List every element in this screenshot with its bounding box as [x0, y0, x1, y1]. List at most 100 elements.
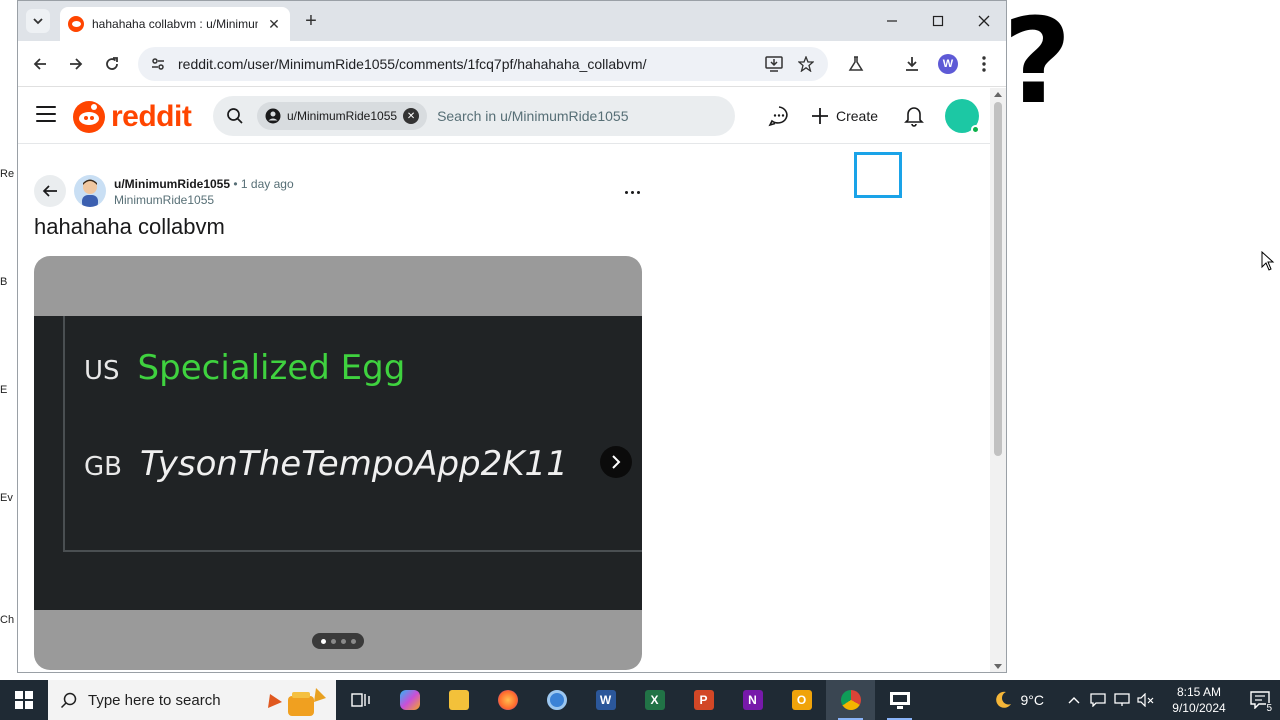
- labs-button[interactable]: [844, 52, 868, 76]
- notification-center-button[interactable]: 5: [1240, 680, 1280, 720]
- profile-avatar: W: [938, 54, 958, 74]
- windows-logo-icon: [15, 691, 33, 709]
- create-label: Create: [836, 108, 879, 124]
- start-button[interactable]: [0, 680, 48, 720]
- firefox-icon: [497, 690, 518, 710]
- search-input[interactable]: u/MinimumRide1055 ✕ Search in u/MinimumR…: [213, 96, 735, 136]
- page-content: reddit u/MinimumRide1055 ✕ Search in u/M…: [18, 88, 990, 672]
- scroll-down-icon[interactable]: [994, 664, 1002, 670]
- task-view-icon: [350, 693, 370, 707]
- search-scope-label: u/MinimumRide1055: [287, 109, 398, 123]
- taskbar-excel[interactable]: X: [630, 680, 679, 720]
- bookmark-button[interactable]: [794, 52, 818, 76]
- scroll-up-icon[interactable]: [994, 91, 1002, 97]
- create-post-button[interactable]: Create: [810, 102, 878, 130]
- profile-button[interactable]: W: [936, 52, 960, 76]
- chevron-up-icon: [1068, 697, 1080, 704]
- downloads-button[interactable]: [900, 52, 924, 76]
- gallery-dot[interactable]: [350, 638, 356, 644]
- download-icon: [906, 57, 918, 71]
- taskbar-chrome[interactable]: [826, 680, 875, 720]
- question-mark-image: ?: [1003, 0, 1072, 130]
- clear-scope-icon[interactable]: ✕: [403, 108, 420, 124]
- clock-date: 9/10/2024: [1172, 701, 1226, 715]
- tab-title: hahahaha collabvm : u/Minimum: [92, 17, 258, 31]
- country-code-us: US: [84, 356, 120, 386]
- post-image-gallery[interactable]: US Specialized Egg GB TysonTheTempoApp2K…: [34, 256, 642, 670]
- excel-icon: X: [644, 690, 665, 710]
- desktop-icon-label[interactable]: B: [0, 276, 18, 288]
- install-app-button[interactable]: [762, 52, 786, 76]
- scrollbar-thumb[interactable]: [994, 102, 1002, 456]
- show-hidden-icons-button[interactable]: [1062, 680, 1086, 720]
- close-window-button[interactable]: [972, 9, 996, 33]
- hamburger-menu-icon[interactable]: [36, 106, 56, 122]
- notifications-button[interactable]: [902, 104, 926, 128]
- gallery-dot[interactable]: [340, 638, 346, 644]
- taskbar-copilot[interactable]: [385, 680, 434, 720]
- image-row-2: GB TysonTheTempoApp2K11: [84, 444, 568, 484]
- taskbar-remote-app[interactable]: [875, 680, 924, 720]
- taskbar-firefox[interactable]: [483, 680, 532, 720]
- forward-button[interactable]: [64, 52, 88, 76]
- chat-button[interactable]: [767, 104, 791, 128]
- taskbar-clock[interactable]: 8:15 AM 9/10/2024: [1164, 684, 1234, 716]
- gallery-dot[interactable]: [320, 638, 326, 644]
- post-author-link[interactable]: u/MinimumRide1055: [114, 177, 230, 191]
- search-scope-chip[interactable]: u/MinimumRide1055 ✕: [257, 102, 428, 130]
- post-more-options-button[interactable]: [618, 182, 646, 202]
- chrome-menu-button[interactable]: [972, 52, 996, 76]
- windows-taskbar: Type here to search W X P N O 9°C 8:15 A…: [0, 680, 1280, 720]
- user-avatar[interactable]: [945, 99, 980, 134]
- address-bar[interactable]: reddit.com/user/MinimumRide1055/comments…: [138, 47, 828, 81]
- taskbar-outlook[interactable]: O: [777, 680, 826, 720]
- taskbar-word[interactable]: W: [581, 680, 630, 720]
- taskbar-powerpoint[interactable]: P: [679, 680, 728, 720]
- browser-tab[interactable]: hahahaha collabvm : u/Minimum ✕: [60, 7, 290, 41]
- volume-button[interactable]: [1134, 680, 1158, 720]
- reddit-wordmark: reddit: [111, 100, 192, 133]
- tray-app-button[interactable]: [1086, 680, 1110, 720]
- gallery-dot[interactable]: [330, 638, 336, 644]
- reddit-header: reddit u/MinimumRide1055 ✕ Search in u/M…: [18, 88, 990, 144]
- back-to-feed-button[interactable]: [34, 175, 66, 207]
- desktop-icon-label[interactable]: Ev: [0, 492, 18, 504]
- country-code-gb: GB: [84, 452, 122, 482]
- plus-icon: [812, 108, 828, 124]
- gallery-next-button[interactable]: [600, 446, 632, 478]
- image-line-1-text: Specialized Egg: [137, 348, 406, 388]
- author-avatar[interactable]: [74, 175, 106, 207]
- site-settings-icon[interactable]: [150, 56, 166, 72]
- desktop-icon-label[interactable]: E: [0, 384, 18, 396]
- reload-button[interactable]: [100, 52, 124, 76]
- image-row-1: US Specialized Egg: [84, 348, 405, 388]
- network-button[interactable]: [1110, 680, 1134, 720]
- weather-widget[interactable]: 9°C: [993, 690, 1044, 710]
- snoo-icon: [73, 101, 105, 133]
- desktop-icon-label[interactable]: Ch: [0, 614, 18, 626]
- back-button[interactable]: [28, 52, 52, 76]
- tab-close-icon[interactable]: ✕: [266, 16, 282, 33]
- close-icon: [978, 15, 990, 27]
- onenote-icon: N: [742, 690, 763, 710]
- reddit-logo[interactable]: reddit: [73, 100, 192, 134]
- url-text[interactable]: reddit.com/user/MinimumRide1055/comments…: [178, 56, 646, 72]
- taskbar-search-box[interactable]: Type here to search: [48, 680, 336, 720]
- taskbar-file-explorer[interactable]: [434, 680, 483, 720]
- tab-search-button[interactable]: [26, 9, 50, 33]
- maximize-button[interactable]: [926, 9, 950, 33]
- new-tab-button[interactable]: +: [301, 11, 321, 31]
- outlook-icon: O: [791, 690, 812, 710]
- chrome-icon: [840, 690, 861, 710]
- install-icon: [765, 56, 783, 72]
- chat-bubble-icon: [1090, 693, 1106, 707]
- desktop-icon-label[interactable]: Re: [0, 168, 18, 180]
- post-author-line: u/MinimumRide1055 • 1 day ago: [114, 177, 294, 191]
- taskbar-onenote[interactable]: N: [728, 680, 777, 720]
- reddit-favicon-icon: [68, 16, 84, 32]
- page-scrollbar[interactable]: [990, 88, 1006, 672]
- minimize-button[interactable]: [880, 9, 904, 33]
- task-view-button[interactable]: [336, 680, 385, 720]
- taskbar-chrome-alt[interactable]: [532, 680, 581, 720]
- chevron-down-icon: [33, 18, 43, 25]
